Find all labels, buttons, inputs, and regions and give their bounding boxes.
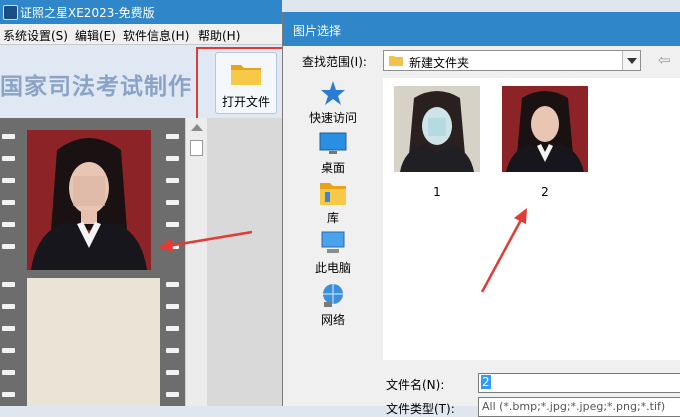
menu-help[interactable]: 帮助(H) <box>198 27 240 44</box>
film-perforation <box>2 244 15 249</box>
file-type-value: All (*.bmp;*.jpg;*.jpeg;*.png;*.tif) <box>482 400 666 413</box>
place-this-pc[interactable]: 此电脑 <box>305 230 361 276</box>
film-perforation <box>2 348 15 353</box>
file-type-label: 文件类型(T): <box>386 402 455 416</box>
film-perforation <box>166 348 179 353</box>
network-icon <box>323 284 343 307</box>
workspace-area <box>207 118 282 406</box>
dialog-title: 图片选择 <box>293 24 342 38</box>
film-perforation <box>166 178 179 183</box>
menu-system-settings[interactable]: 系统设置(S) <box>3 27 68 44</box>
film-perforation <box>2 156 15 161</box>
film-perforation <box>2 282 15 287</box>
film-perforation <box>2 370 15 375</box>
library-icon <box>320 183 346 205</box>
film-perforation <box>166 326 179 331</box>
computer-icon <box>321 231 345 253</box>
menu-edit[interactable]: 编辑(E) <box>75 27 116 44</box>
app-icon <box>3 5 18 20</box>
file-thumbnail-1[interactable] <box>394 86 480 172</box>
chevron-down-icon[interactable] <box>622 51 640 70</box>
file-name-input[interactable]: 2 <box>478 373 680 393</box>
place-label: 网络 <box>320 313 345 327</box>
place-label: 库 <box>326 211 339 225</box>
file-label-2: 2 <box>541 185 549 199</box>
film-perforation <box>166 392 179 397</box>
film-perforation <box>166 244 179 249</box>
file-thumbnail-2[interactable] <box>502 86 588 172</box>
film-perforation <box>2 392 15 397</box>
film-perforation <box>166 282 179 287</box>
app-title: 证照之星XE2023-免费版 <box>20 6 155 20</box>
file-name-label: 文件名(N): <box>386 378 445 392</box>
portrait-thumbnail <box>502 86 588 172</box>
app-titlebar: 证照之星XE2023-免费版 <box>0 0 282 24</box>
back-arrow-icon[interactable]: ⇦ <box>658 51 671 69</box>
film-perforation <box>166 304 179 309</box>
dialog-titlebar: 图片选择 <box>283 12 680 46</box>
place-library[interactable]: 库 <box>305 180 361 226</box>
page-icon[interactable] <box>190 140 203 156</box>
image-select-dialog: 图片选择 查找范围(I): 新建文件夹 ⇦ 快速访问 桌面 库 此电脑 网络 1… <box>282 12 680 417</box>
place-quick-access[interactable]: 快速访问 <box>305 80 361 126</box>
file-list-view[interactable]: 1 2 <box>383 78 680 360</box>
film-scrollbar[interactable] <box>185 118 208 406</box>
empty-photo-slot <box>27 278 160 406</box>
menu-bar: 系统设置(S) 编辑(E) 软件信息(H) 帮助(H) <box>0 24 282 45</box>
star-icon <box>321 81 345 105</box>
portrait-thumbnail <box>394 86 480 172</box>
place-network[interactable]: 网络 <box>305 282 361 328</box>
place-label: 桌面 <box>320 161 345 175</box>
scroll-up-icon[interactable] <box>191 124 203 131</box>
film-perforation <box>166 200 179 205</box>
film-perforation <box>2 304 15 309</box>
film-perforation <box>166 370 179 375</box>
menu-software-info[interactable]: 软件信息(H) <box>123 27 189 44</box>
loaded-photo[interactable] <box>27 130 151 270</box>
annotation-highlight-box <box>196 47 294 127</box>
place-label: 此电脑 <box>314 261 351 275</box>
look-in-value: 新建文件夹 <box>409 56 470 70</box>
file-label-1: 1 <box>433 185 441 199</box>
film-perforation <box>166 134 179 139</box>
look-in-label: 查找范围(I): <box>302 55 367 69</box>
folder-icon <box>389 56 403 66</box>
file-type-dropdown[interactable]: All (*.bmp;*.jpg;*.jpeg;*.png;*.tif) <box>478 397 680 417</box>
place-desktop[interactable]: 桌面 <box>305 132 361 176</box>
film-perforation <box>2 200 15 205</box>
desktop-icon <box>319 132 347 154</box>
film-perforation <box>2 134 15 139</box>
film-perforation <box>2 326 15 331</box>
film-perforation <box>2 222 15 227</box>
film-perforation <box>166 156 179 161</box>
portrait-image <box>27 130 151 270</box>
look-in-dropdown[interactable]: 新建文件夹 <box>383 50 641 71</box>
film-perforation <box>2 178 15 183</box>
banner-title: 国家司法考试制作 <box>0 74 192 100</box>
film-perforation <box>166 222 179 227</box>
place-label: 快速访问 <box>308 111 357 125</box>
file-name-value: 2 <box>481 375 491 389</box>
